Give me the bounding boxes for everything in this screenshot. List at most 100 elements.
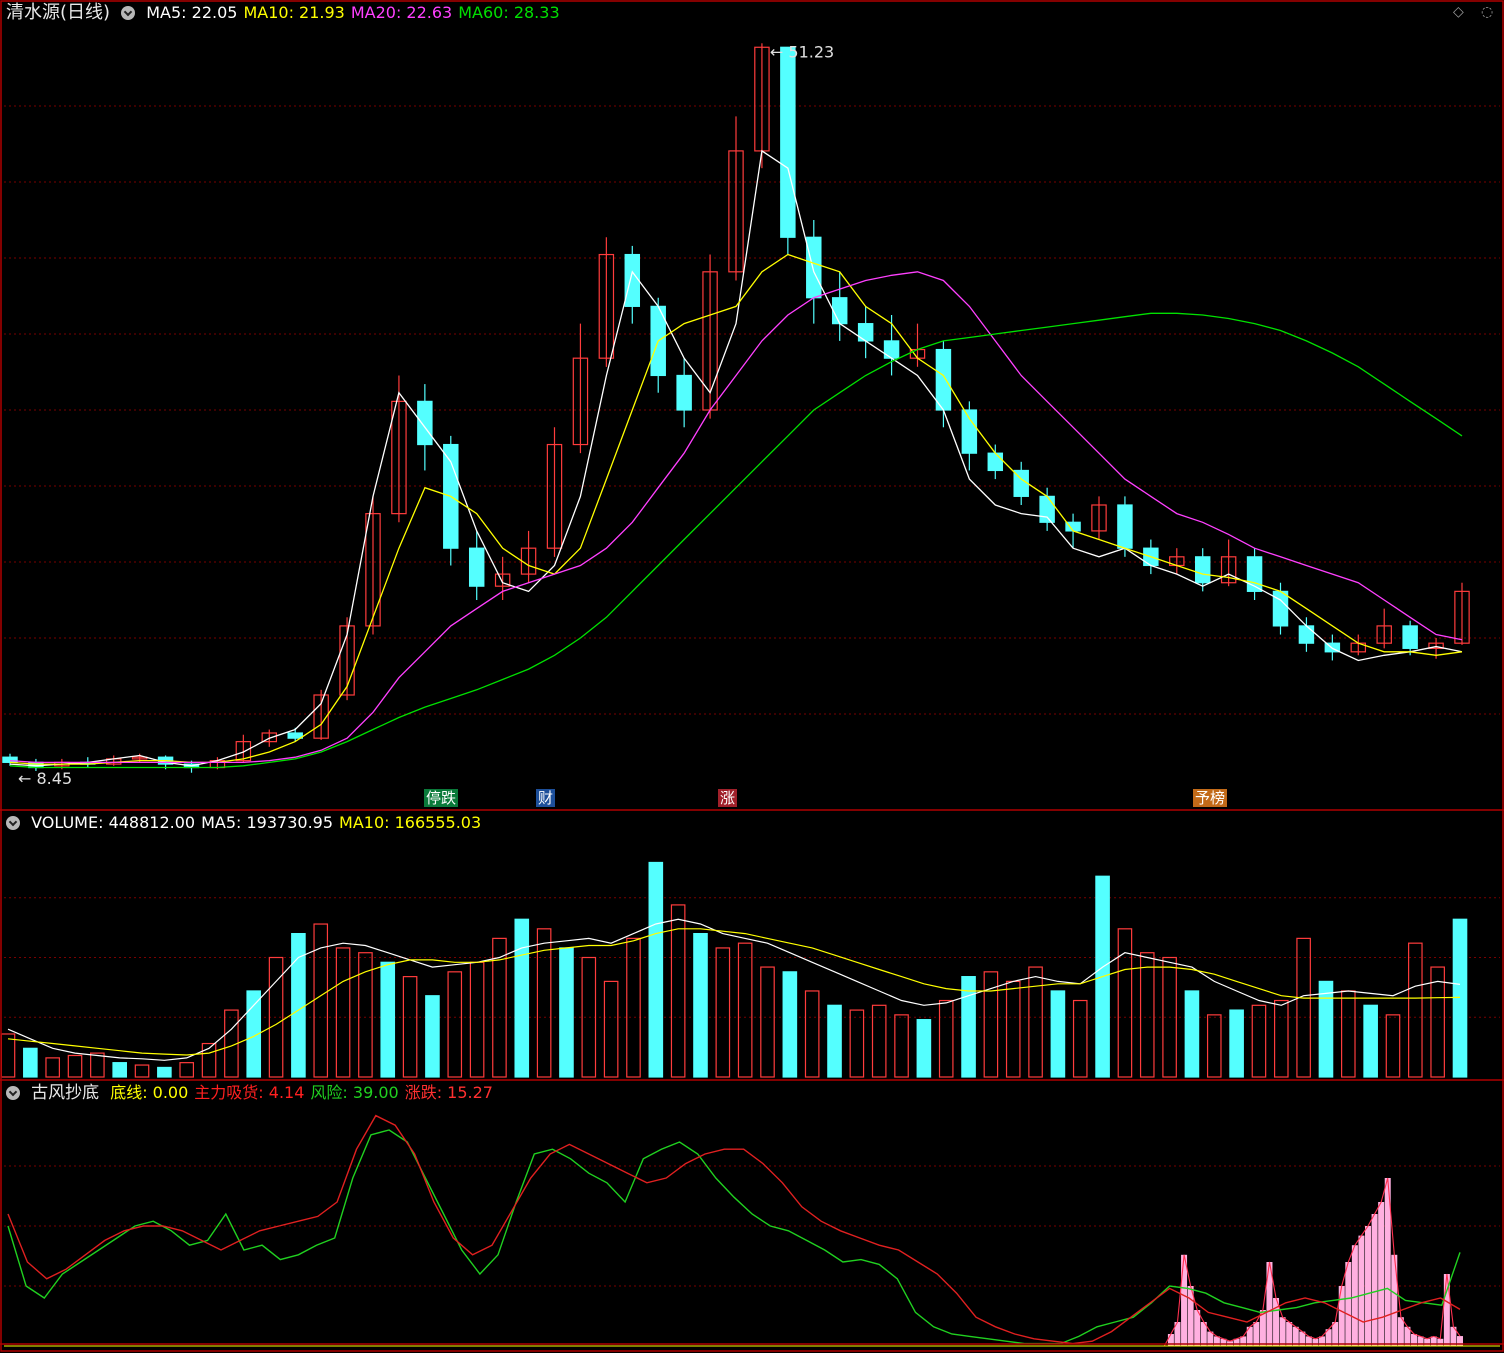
volume-bar <box>1251 1004 1267 1078</box>
event-tag-0[interactable]: 停跌 <box>424 789 459 807</box>
accumulation-bar <box>1279 1317 1286 1346</box>
accumulation-bar <box>1437 1338 1444 1346</box>
volume-bar <box>916 1019 932 1078</box>
settings-icon[interactable]: ◌ <box>1481 4 1493 20</box>
volume-bar <box>871 1004 887 1078</box>
event-tag-1[interactable]: 财 <box>536 789 556 807</box>
accumulation-bar <box>1345 1262 1352 1346</box>
candle-body <box>1039 495 1055 523</box>
candle-body <box>624 253 641 307</box>
candle-body <box>987 452 1004 472</box>
accumulation-bar <box>1424 1338 1431 1346</box>
volume-bar <box>849 1009 865 1078</box>
volume-bar <box>1408 942 1423 1078</box>
candle-body <box>1117 504 1133 549</box>
candle-body <box>287 732 303 739</box>
volume-bar <box>1184 990 1200 1078</box>
ma-label-0: MA5: 22.05 <box>146 3 238 22</box>
candle-body <box>961 409 978 454</box>
accumulation-bar <box>1365 1226 1372 1346</box>
outer-frame <box>0 0 1504 1352</box>
event-tag-2[interactable]: 涨 <box>718 789 738 807</box>
volume-header: VOLUME: 448812.00 MA5: 193730.95 MA10: 166… <box>6 813 493 833</box>
volume-bar <box>402 976 418 1078</box>
accumulation-bar <box>1253 1322 1260 1346</box>
indicator-line-2 <box>7 1129 1461 1345</box>
volume-bar <box>1430 966 1445 1078</box>
chart-canvas[interactable]: ← 51.23 ← 8.45 <box>0 0 1504 1353</box>
volume-label-1: MA5: 193730.95 <box>201 813 334 832</box>
candle-body <box>417 400 433 446</box>
indicator-header: 古风抄底 底线: 0.00 主力吸货: 4.14 风险: 39.00 涨跌: 15.2… <box>6 1083 505 1103</box>
volume-bar <box>670 904 686 1078</box>
volume-bar <box>1385 1014 1401 1078</box>
accumulation-bar <box>1332 1322 1339 1346</box>
dropdown-icon[interactable] <box>121 6 136 20</box>
volume-bar <box>715 947 731 1078</box>
indicator-dropdown-icon[interactable] <box>6 1086 20 1100</box>
indicator-label-0: 底线: 0.00 <box>110 1083 189 1102</box>
volume-bar <box>626 937 641 1078</box>
candle-body <box>831 297 848 325</box>
candle-body <box>1298 625 1315 644</box>
volume-bar <box>1341 990 1356 1078</box>
indicator-label-1: 主力吸货: 4.14 <box>194 1083 305 1102</box>
accumulation-bar <box>1181 1254 1188 1346</box>
volume-bar <box>1072 999 1088 1078</box>
candle-body <box>1194 556 1211 584</box>
candle-body <box>806 236 822 299</box>
volume-bar <box>804 990 820 1078</box>
ma-label-2: MA20: 22.63 <box>350 3 453 22</box>
stock-title[interactable]: 清水源(日线) <box>6 2 110 23</box>
volume-bar <box>782 971 798 1078</box>
volume-bar <box>1050 990 1066 1078</box>
candle-body <box>468 547 485 587</box>
accumulation-bar <box>1358 1235 1365 1346</box>
candle-body <box>1272 590 1289 627</box>
volume-bar <box>90 1052 105 1078</box>
ma-line-ma10 <box>9 253 1463 765</box>
volume-bar <box>425 995 440 1078</box>
volume-bar <box>179 1062 195 1078</box>
volume-label-2: MA10: 166555.03 <box>339 813 482 832</box>
volume-bar <box>112 1062 127 1078</box>
indicator-title[interactable]: 古风抄底 <box>31 1083 99 1103</box>
high-price-label: ← 51.23 <box>770 42 834 61</box>
accumulation-bar <box>1312 1338 1319 1346</box>
volume-bar <box>1139 952 1155 1078</box>
volume-bar <box>514 918 530 1078</box>
volume-label-0: VOLUME: 448812.00 <box>31 813 196 832</box>
volume-bar <box>1206 1014 1222 1078</box>
volume-bar <box>961 976 976 1078</box>
volume-bar <box>380 961 396 1078</box>
volume-bar <box>1296 937 1311 1078</box>
volume-bar <box>603 980 619 1078</box>
event-tag-3[interactable]: 予榜 <box>1193 789 1228 807</box>
volume-bar <box>469 961 485 1078</box>
candle-body <box>935 348 952 411</box>
accumulation-bar <box>1371 1214 1378 1346</box>
volume-bar <box>1005 980 1021 1078</box>
candle-body <box>1402 625 1418 649</box>
low-price-label: ← 8.45 <box>18 769 72 788</box>
accumulation-bar <box>1292 1326 1299 1346</box>
accumulation-bar <box>1391 1254 1398 1346</box>
volume-bar <box>648 861 664 1078</box>
accumulation-bar <box>1286 1322 1293 1346</box>
ma-line-ma20 <box>9 271 1463 764</box>
volume-bar <box>938 999 954 1078</box>
volume-bar <box>0 1033 16 1078</box>
ma-label-3: MA60: 28.33 <box>458 3 560 22</box>
volume-bar <box>45 1057 60 1078</box>
volume-bar <box>1028 966 1043 1078</box>
indicator-label-3: 涨跌: 15.27 <box>404 1083 493 1102</box>
volume-bar <box>1273 999 1289 1078</box>
volume-bar <box>760 966 775 1078</box>
volume-dropdown-icon[interactable] <box>6 816 20 830</box>
diamond-icon[interactable]: ◇ <box>1453 4 1464 20</box>
ma-label-1: MA10: 21.93 <box>243 3 345 22</box>
ma-line-ma60 <box>9 312 1463 769</box>
volume-bar <box>894 1014 909 1078</box>
volume-bar <box>335 947 351 1078</box>
volume-bar <box>67 1054 83 1078</box>
